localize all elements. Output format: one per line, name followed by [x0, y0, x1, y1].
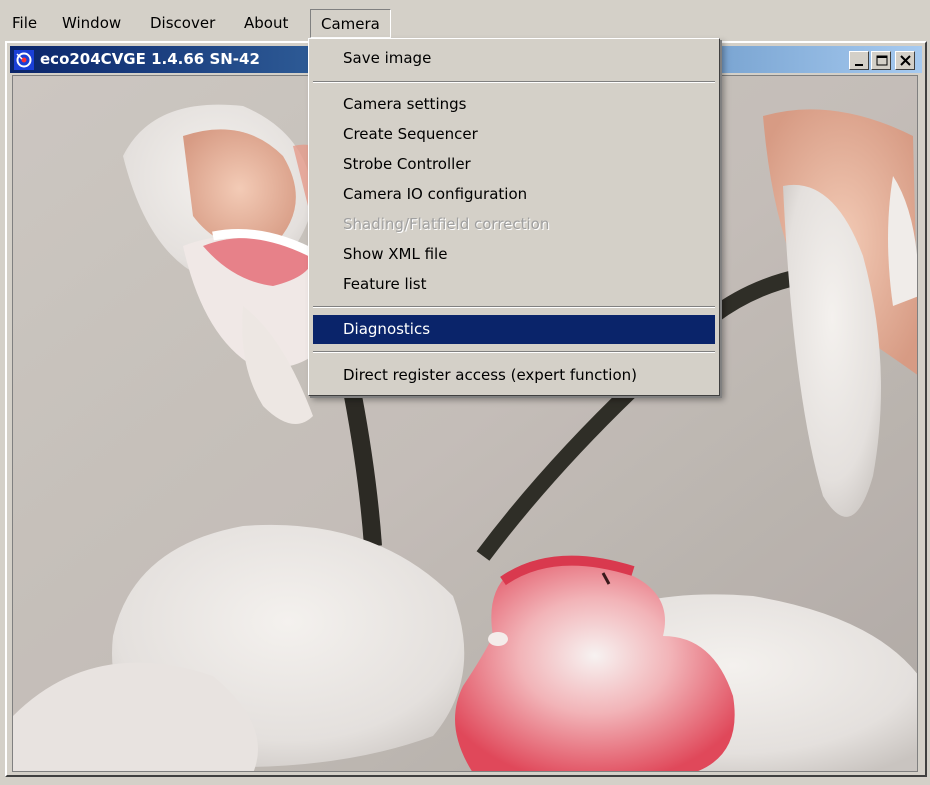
menu-camera[interactable]: Camera	[310, 9, 391, 38]
menubar: File Window Discover About Camera	[0, 0, 930, 40]
maximize-icon	[876, 55, 888, 66]
menu-separator	[313, 351, 715, 353]
menu-item-feature-list[interactable]: Feature list	[313, 270, 715, 299]
menu-about[interactable]: About	[238, 10, 294, 36]
window-title: eco204CVGE 1.4.66 SN-42	[40, 50, 260, 68]
minimize-icon	[855, 64, 863, 66]
menu-item-diagnostics[interactable]: Diagnostics	[313, 315, 715, 344]
menu-separator	[313, 306, 715, 308]
close-icon	[900, 55, 911, 66]
menu-item-direct-register-access[interactable]: Direct register access (expert function)	[313, 361, 715, 390]
camera-menu-dropdown: Save image Camera settings Create Sequen…	[308, 38, 720, 396]
app-icon	[14, 50, 34, 70]
menu-file[interactable]: File	[6, 10, 43, 36]
close-button[interactable]	[895, 51, 915, 70]
menu-separator	[313, 81, 715, 83]
menu-window[interactable]: Window	[56, 10, 127, 36]
maximize-button[interactable]	[871, 51, 891, 70]
menu-item-show-xml-file[interactable]: Show XML file	[313, 240, 715, 269]
menu-item-camera-io-configuration[interactable]: Camera IO configuration	[313, 180, 715, 209]
minimize-button[interactable]	[849, 51, 869, 70]
menu-item-shading-flatfield: Shading/Flatfield correction	[343, 215, 550, 233]
menu-item-camera-settings[interactable]: Camera settings	[313, 90, 715, 119]
menu-discover[interactable]: Discover	[144, 10, 221, 36]
menu-item-create-sequencer[interactable]: Create Sequencer	[313, 120, 715, 149]
menu-item-save-image[interactable]: Save image	[313, 44, 715, 73]
menu-item-strobe-controller[interactable]: Strobe Controller	[313, 150, 715, 179]
